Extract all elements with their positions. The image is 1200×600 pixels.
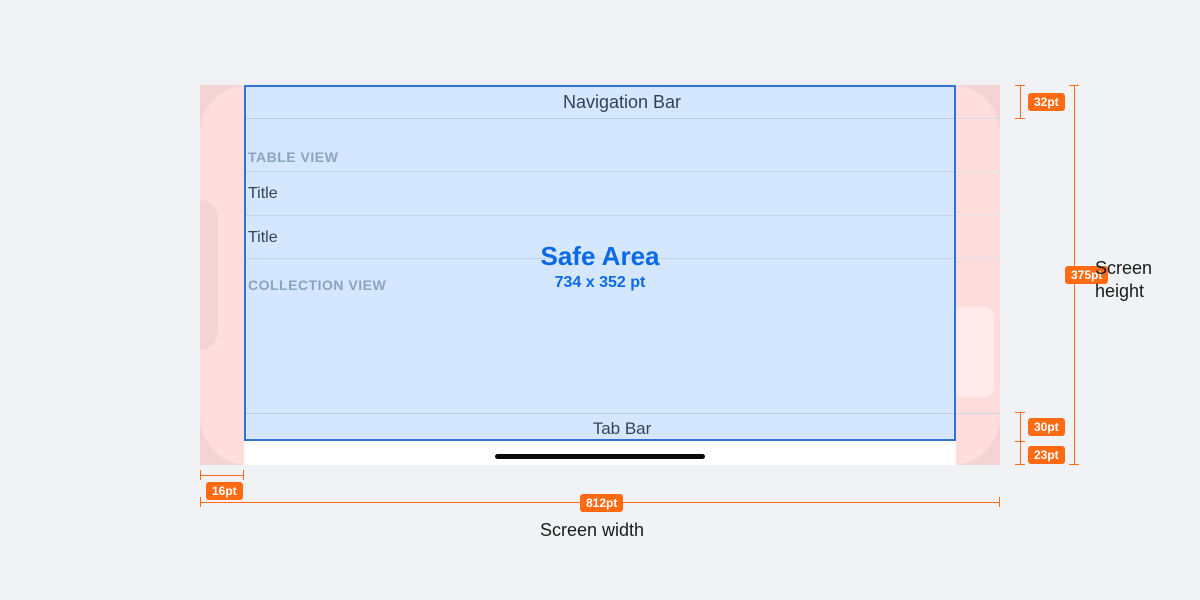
axis-label-width: Screen width [540,520,644,541]
device-diagram: Navigation Bar TABLE VIEW Title Title CO… [200,85,1000,465]
dim-tick [1015,118,1025,119]
dim-badge-tabbar-height: 30pt [1028,418,1065,436]
dim-tick [200,470,201,480]
dim-line-tabbar-height [1020,412,1021,442]
dim-badge-screen-width: 812pt [580,494,623,512]
dim-line-home-indicator-height [1020,442,1021,465]
dim-badge-home-indicator-height: 23pt [1028,446,1065,464]
dim-line-side-margin [200,475,244,476]
safe-margin-left [200,85,244,465]
dim-tick [1015,464,1025,465]
dim-tick [1069,85,1079,86]
home-indicator [495,454,705,459]
dim-tick [200,497,201,507]
dim-line-navbar-height [1020,85,1021,119]
dim-tick [999,497,1000,507]
axis-label-height: Screen height [1095,257,1185,302]
dim-tick [1015,85,1025,86]
dim-tick [1015,412,1025,413]
dim-badge-navbar-height: 32pt [1028,93,1065,111]
dim-badge-side-margin: 16pt [206,482,243,500]
safe-area-overlay [244,85,956,441]
dim-tick [1069,464,1079,465]
dim-tick [243,470,244,480]
